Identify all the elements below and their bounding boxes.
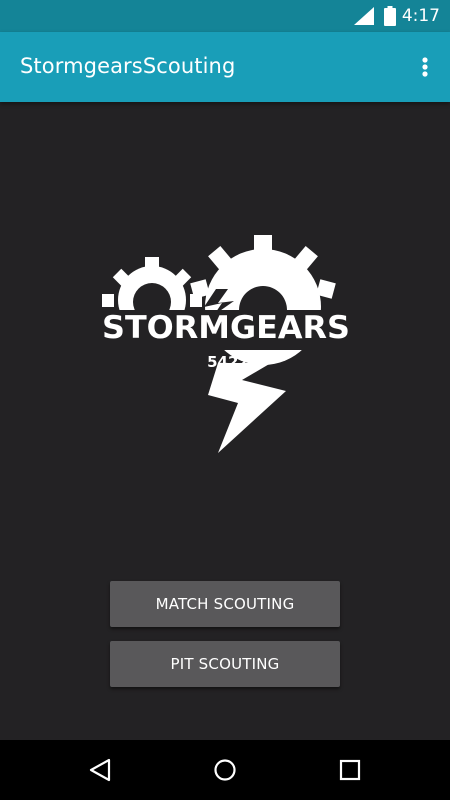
status-time: 4:17 [401,6,440,26]
logo-team-number: 5422 [207,353,249,371]
stormgears-logo: STORMGEARS 5422 [102,235,350,453]
match-scouting-button[interactable]: MATCH SCOUTING [110,581,340,627]
logo-wordmark: STORMGEARS [102,310,350,346]
pit-scouting-button[interactable]: PIT SCOUTING [110,641,340,687]
battery-icon [384,6,396,26]
navigation-bar [0,740,450,800]
status-bar: 4:17 [0,0,450,32]
app-bar: StormgearsScouting [0,32,450,102]
home-icon[interactable] [213,758,237,782]
more-vert-icon[interactable] [420,52,430,82]
recents-icon[interactable] [339,758,361,782]
back-icon[interactable] [89,758,111,782]
app-title: StormgearsScouting [20,54,236,78]
cell-signal-icon [354,7,374,25]
